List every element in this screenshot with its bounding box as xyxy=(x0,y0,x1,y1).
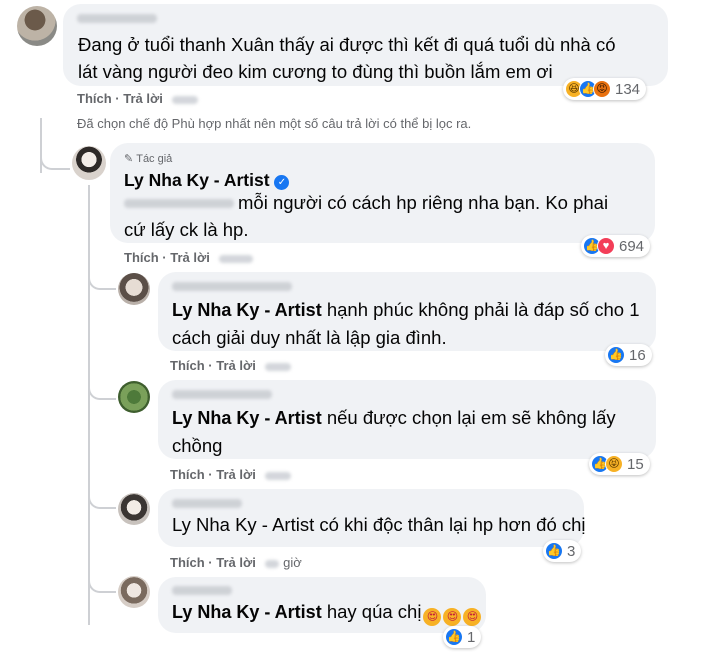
thumbs-up-icon: 👍 xyxy=(545,542,563,560)
thread-curve-reply-1 xyxy=(88,265,116,290)
angry-face-icon: 😡 xyxy=(593,80,611,98)
reaction-summary[interactable]: 👍 3 xyxy=(543,540,582,562)
commenter-name-blurred[interactable] xyxy=(172,586,232,595)
thumbs-up-icon: 👍 xyxy=(607,346,625,364)
reply-bubble: Ly Nha Ky - Artist hạnh phúc không phải … xyxy=(158,272,656,351)
author-name[interactable]: Ly Nha Ky - Artist ✓ xyxy=(124,170,290,191)
thread-line-replies xyxy=(88,185,90,625)
author-reply-text: mỗi người có cách hp riêng nha bạn. Ko p… xyxy=(124,192,609,240)
comment-actions: Thích · Trả lời xyxy=(170,467,292,482)
mention-link[interactable]: Ly Nha Ky - Artist xyxy=(172,514,314,535)
reply-text: Ly Nha Ky - Artist có khi độc thân lại h… xyxy=(172,514,586,535)
reaction-summary[interactable]: 👍 1 xyxy=(443,626,482,648)
timestamp-suffix: giờ xyxy=(283,555,302,570)
thread-curve-reply-3 xyxy=(88,485,116,509)
filter-notice: Đã chọn chế độ Phù hợp nhất nên một số c… xyxy=(77,116,472,131)
reply-text: Ly Nha Ky - Artist nếu được chọn lại em … xyxy=(172,407,616,456)
like-link[interactable]: Thích xyxy=(124,250,159,265)
comment-actions: Thích · Trả lời xyxy=(77,91,199,106)
reply-text: Ly Nha Ky - Artist hay qúa chị 😍 😍 😍 xyxy=(172,598,482,626)
comment-actions: Thích · Trả lời xyxy=(124,250,254,265)
timestamp-blurred[interactable] xyxy=(265,559,280,568)
reply-bubble: Ly Nha Ky - Artist có khi độc thân lại h… xyxy=(158,489,586,547)
reaction-count: 1 xyxy=(467,628,476,646)
author-badge: ✎ Tác giả xyxy=(124,153,173,165)
heart-icon: ♥ xyxy=(597,237,615,255)
reply-link[interactable]: Trả lời xyxy=(123,91,163,106)
heart-eyes-emoji-icon: 😍 xyxy=(463,608,482,626)
reaction-count: 3 xyxy=(567,542,576,560)
pen-icon: ✎ xyxy=(124,153,134,165)
timestamp-blurred[interactable] xyxy=(265,471,292,480)
author-avatar[interactable] xyxy=(72,146,106,180)
like-link[interactable]: Thích xyxy=(170,555,205,570)
avatar[interactable] xyxy=(118,576,150,608)
commenter-name-blurred[interactable] xyxy=(172,499,242,508)
thread-curve-author xyxy=(40,118,70,170)
commenter-name-blurred[interactable] xyxy=(77,14,157,23)
reaction-count: 694 xyxy=(619,237,645,255)
reply-text: Ly Nha Ky - Artist hạnh phúc không phải … xyxy=(172,299,640,348)
comment-text: Đang ở tuổi thanh Xuân thấy ai được thì … xyxy=(78,34,616,82)
mention-link[interactable]: Ly Nha Ky - Artist xyxy=(172,602,322,622)
reaction-count: 134 xyxy=(615,80,641,98)
reaction-count: 15 xyxy=(627,455,644,473)
avatar[interactable] xyxy=(118,493,150,525)
timestamp-blurred[interactable] xyxy=(265,362,292,371)
comment-actions: Thích · Trả lời giờ xyxy=(170,555,302,570)
reaction-count: 16 xyxy=(629,346,646,364)
thread-curve-reply-4 xyxy=(88,570,116,593)
reaction-summary[interactable]: 👍 😝 15 xyxy=(589,453,650,475)
timestamp-blurred[interactable] xyxy=(172,95,199,104)
thread-curve-reply-2 xyxy=(88,375,116,400)
timestamp-blurred[interactable] xyxy=(219,254,254,263)
mention-link[interactable]: Ly Nha Ky - Artist xyxy=(172,300,322,320)
like-link[interactable]: Thích xyxy=(170,467,205,482)
reply-bubble: Ly Nha Ky - Artist nếu được chọn lại em … xyxy=(158,380,656,459)
thumbs-up-icon: 👍 xyxy=(445,628,463,646)
avatar[interactable] xyxy=(17,6,57,46)
commenter-name-blurred[interactable] xyxy=(172,390,272,399)
reply-bubble: Ly Nha Ky - Artist hay qúa chị 😍 😍 😍 xyxy=(158,577,486,633)
reply-link[interactable]: Trả lời xyxy=(216,467,256,482)
reply-link[interactable]: Trả lời xyxy=(216,555,256,570)
squinting-face-icon: 😝 xyxy=(605,455,623,473)
like-link[interactable]: Thích xyxy=(170,358,205,373)
reaction-summary[interactable]: 👍 16 xyxy=(605,344,652,366)
reaction-summary[interactable]: 😆 👍 😡 134 xyxy=(563,78,647,100)
heart-eyes-emoji-icon: 😍 xyxy=(443,608,462,626)
commenter-name-blurred[interactable] xyxy=(172,282,292,291)
reply-link[interactable]: Trả lời xyxy=(170,250,210,265)
reaction-summary[interactable]: 👍 ♥ 694 xyxy=(581,235,651,257)
reply-link[interactable]: Trả lời xyxy=(216,358,256,373)
comment-actions: Thích · Trả lời xyxy=(170,358,292,373)
like-link[interactable]: Thích xyxy=(77,91,112,106)
author-reply-bubble: ✎ Tác giả Ly Nha Ky - Artist ✓ mỗi người … xyxy=(110,143,655,243)
avatar[interactable] xyxy=(118,381,150,413)
avatar[interactable] xyxy=(118,273,150,305)
mention-link[interactable]: Ly Nha Ky - Artist xyxy=(172,408,322,428)
comment-bubble: Đang ở tuổi thanh Xuân thấy ai được thì … xyxy=(63,4,668,86)
heart-eyes-emoji-icon: 😍 xyxy=(423,608,442,626)
verified-badge-icon: ✓ xyxy=(274,175,290,190)
